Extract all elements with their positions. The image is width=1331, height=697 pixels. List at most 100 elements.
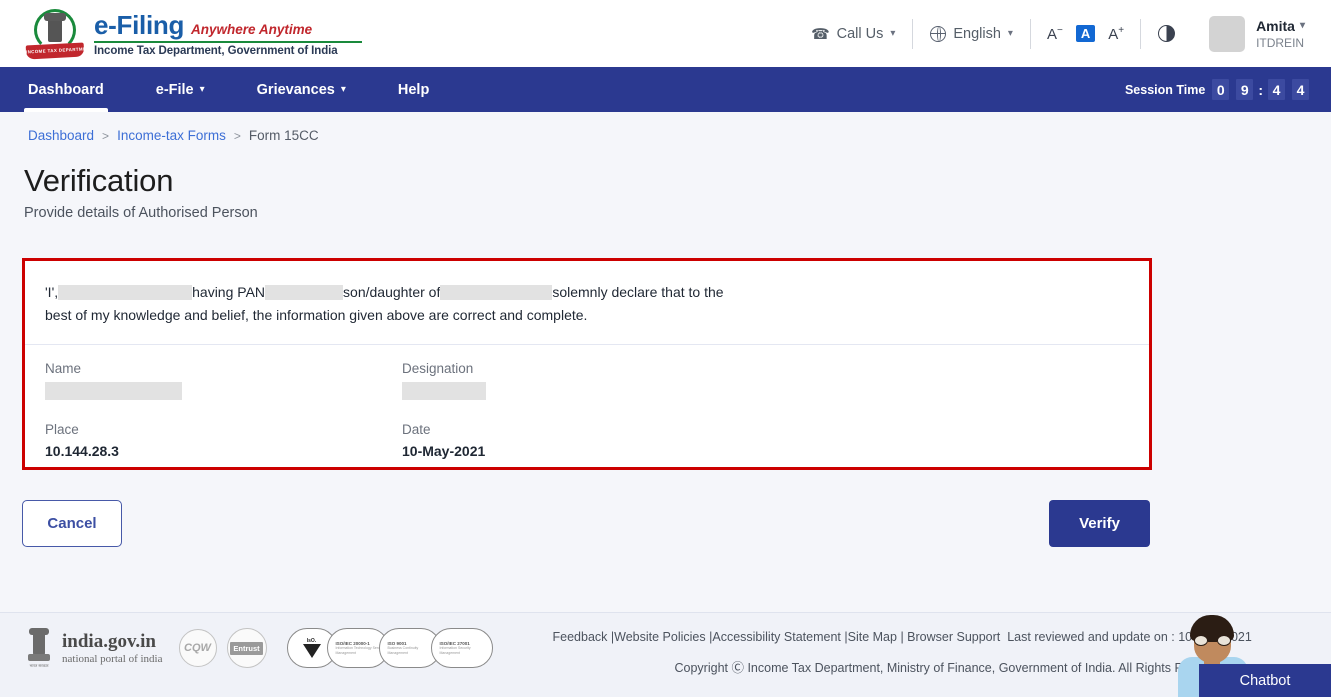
session-digit: 4 xyxy=(1292,79,1309,100)
brand-divider xyxy=(94,41,362,43)
field-place: Place 10.144.28.3 xyxy=(45,422,402,459)
globe-icon xyxy=(930,26,946,42)
entrust-badge-icon: Entrust xyxy=(227,628,267,668)
breadcrumb: Dashboard > Income-tax Forms > Form 15CC xyxy=(0,112,1331,143)
verify-button[interactable]: Verify xyxy=(1049,500,1150,547)
field-designation-value-redacted xyxy=(402,382,486,400)
breadcrumb-separator: > xyxy=(102,129,109,143)
emblem-ribbon-text: INCOME TAX DEPARTMENT xyxy=(26,42,85,59)
session-timer: Session Time 0 9 : 4 4 xyxy=(1125,79,1309,100)
footer-link-feedback[interactable]: Feedback xyxy=(553,630,608,644)
brand-name: e-Filing xyxy=(94,12,184,38)
chevron-down-icon: ▾ xyxy=(200,84,205,95)
field-name-value-redacted xyxy=(45,382,182,400)
brand-text: e-Filing Anywhere Anytime Income Tax Dep… xyxy=(94,10,362,58)
redacted-pan xyxy=(265,285,343,300)
india-gov-title: india.gov.in xyxy=(62,631,163,653)
declaration-part-1: 'I', xyxy=(45,282,58,303)
field-name: Name xyxy=(45,361,402,400)
contrast-icon xyxy=(1158,25,1175,42)
phone-icon: ☎ xyxy=(811,25,830,43)
contrast-toggle[interactable] xyxy=(1141,25,1192,42)
nav-label: e-File xyxy=(156,82,194,98)
declaration-line-1: 'I', having PAN son/daughter of solemnly… xyxy=(45,282,1127,303)
verification-card: 'I', having PAN son/daughter of solemnly… xyxy=(22,258,1152,470)
app-root: INCOME TAX DEPARTMENT e-Filing Anywhere … xyxy=(0,0,1331,697)
declaration-line-2: best of my knowledge and belief, the inf… xyxy=(45,305,1127,326)
cancel-button[interactable]: Cancel xyxy=(22,500,122,547)
font-decrease-button[interactable]: A− xyxy=(1047,25,1063,43)
iso-badge-sub: Information Security Management xyxy=(440,646,492,655)
chatbot-button[interactable]: Chatbot xyxy=(1199,664,1331,697)
page-header: Verification Provide details of Authoris… xyxy=(0,143,1331,221)
session-colon: : xyxy=(1258,82,1263,98)
india-emblem-icon: INCOME TAX DEPARTMENT xyxy=(26,8,84,60)
nav-item-dashboard[interactable]: Dashboard xyxy=(28,67,104,112)
user-name-row: Amita ▾ xyxy=(1256,18,1305,34)
action-buttons: Cancel Verify xyxy=(22,500,1152,550)
language-selector[interactable]: English ▾ xyxy=(913,26,1030,42)
call-us-label: Call Us xyxy=(837,26,884,42)
field-designation: Designation xyxy=(402,361,759,400)
triangle-icon xyxy=(303,644,321,658)
field-designation-label: Designation xyxy=(402,361,759,376)
india-emblem-icon: भारत सरकार xyxy=(26,627,52,669)
session-digit: 9 xyxy=(1236,79,1253,100)
session-digit: 4 xyxy=(1268,79,1285,100)
chevron-down-icon: ▾ xyxy=(1300,20,1305,31)
chatbot-widget[interactable]: Chatbot xyxy=(1170,605,1331,697)
avatar xyxy=(1209,16,1245,52)
nav-item-grievances[interactable]: Grievances ▾ xyxy=(257,67,346,112)
nav-item-efile[interactable]: e-File ▾ xyxy=(156,67,205,112)
entrust-label: Entrust xyxy=(230,642,262,655)
field-date-value: 10-May-2021 xyxy=(402,443,759,459)
nav-item-help[interactable]: Help xyxy=(398,67,429,112)
field-row-1: Name Designation xyxy=(45,361,1127,400)
brand-logo[interactable]: INCOME TAX DEPARTMENT e-Filing Anywhere … xyxy=(26,8,362,60)
field-date: Date 10-May-2021 xyxy=(402,422,759,459)
field-place-value: 10.144.28.3 xyxy=(45,443,402,459)
footer-logos: भारत सरकार india.gov.in national portal … xyxy=(0,627,493,669)
cqw-badge-icon: CQW xyxy=(179,629,217,667)
declaration-text: 'I', having PAN son/daughter of solemnly… xyxy=(25,261,1149,326)
footer-link-accessibility[interactable]: Accessibility Statement xyxy=(712,630,841,644)
user-name: Amita xyxy=(1256,18,1295,34)
chevron-down-icon: ▾ xyxy=(890,28,895,39)
india-gov-logo[interactable]: india.gov.in national portal of india xyxy=(62,631,163,665)
field-place-label: Place xyxy=(45,422,402,437)
page-footer: भारत सरकार india.gov.in national portal … xyxy=(0,612,1331,697)
footer-link-browser-support[interactable]: Browser Support xyxy=(907,630,1000,644)
user-role: ITDREIN xyxy=(1256,36,1305,50)
nav-label: Grievances xyxy=(257,82,335,98)
chevron-down-icon: ▾ xyxy=(1008,28,1013,39)
session-timer-label: Session Time xyxy=(1125,83,1205,97)
declaration-part-3: son/daughter of xyxy=(343,282,440,303)
page-title: Verification xyxy=(24,163,1331,199)
font-normal-button[interactable]: A xyxy=(1076,25,1095,42)
breadcrumb-item-income-tax-forms[interactable]: Income-tax Forms xyxy=(117,128,226,143)
iso-badges: IsO. ISO/IEC 20000-1 Information Technol… xyxy=(287,628,493,668)
nav-label: Dashboard xyxy=(28,82,104,98)
field-row-2: Place 10.144.28.3 Date 10-May-2021 xyxy=(45,422,1127,459)
call-us-menu[interactable]: ☎ Call Us ▾ xyxy=(794,25,912,43)
field-date-label: Date xyxy=(402,422,759,437)
user-menu[interactable]: Amita ▾ ITDREIN xyxy=(1192,16,1305,52)
brand-department: Income Tax Department, Government of Ind… xyxy=(94,46,362,58)
breadcrumb-item-dashboard[interactable]: Dashboard xyxy=(28,128,94,143)
session-digit: 0 xyxy=(1212,79,1229,100)
field-name-label: Name xyxy=(45,361,402,376)
breadcrumb-item-current: Form 15CC xyxy=(249,128,319,143)
top-header: INCOME TAX DEPARTMENT e-Filing Anywhere … xyxy=(0,0,1331,67)
nav-label: Help xyxy=(398,82,429,98)
brand-tagline: Anywhere Anytime xyxy=(191,23,312,37)
footer-link-site-map[interactable]: Site Map xyxy=(848,630,897,644)
declaration-part-2: having PAN xyxy=(192,282,265,303)
font-size-controls: A− A A+ xyxy=(1031,25,1140,43)
india-gov-subtitle: national portal of india xyxy=(62,653,163,666)
chatbot-label: Chatbot xyxy=(1240,673,1291,689)
declaration-part-4: solemnly declare that to the xyxy=(552,282,723,303)
verification-fields: Name Designation Place 10.144.28.3 Date … xyxy=(25,345,1149,459)
footer-link-website-policies[interactable]: Website Policies xyxy=(614,630,705,644)
font-increase-button[interactable]: A+ xyxy=(1108,25,1124,43)
main-navigation: Dashboard e-File ▾ Grievances ▾ Help Ses… xyxy=(0,67,1331,112)
